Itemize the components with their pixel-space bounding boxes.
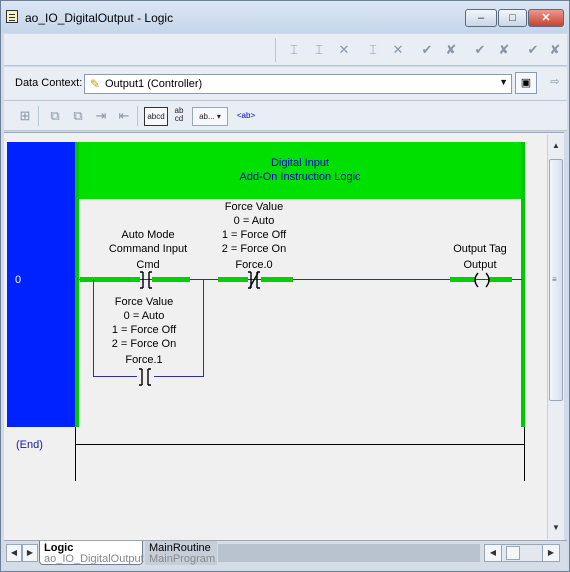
vertical-scrollbar[interactable]: ▲ ≡ ▼ — [547, 135, 564, 539]
minimize-button[interactable]: – — [465, 9, 497, 27]
instruction-toolbar: ⌶ ⌶ ✕ ⌶ ✕ ✔ ✘ ✔ ✘ ✔ ✘ — [4, 34, 567, 66]
xic-contact-force1[interactable] — [137, 368, 153, 386]
ladder-editor[interactable]: 0 Digital Input Add-On Instruction Logic… — [4, 132, 564, 540]
xic-desc-1: Auto Mode — [121, 229, 175, 241]
assemble-edits-icon[interactable]: ✔ — [469, 40, 491, 60]
ote-coil-output[interactable] — [471, 271, 493, 289]
paste-rung-icon[interactable]: ⧉ — [67, 106, 89, 126]
verify-routine-icon[interactable]: ⌶ — [308, 40, 330, 60]
app-icon — [6, 10, 18, 23]
go-to-tag-button[interactable]: ▣ — [515, 72, 537, 94]
tab-main-routine[interactable]: MainRoutine MainProgram — [145, 541, 217, 565]
test-edits-icon[interactable]: ✔ — [522, 40, 544, 60]
text-options-dropdown[interactable]: ab... ▾ — [192, 107, 228, 126]
horizontal-scrollbar[interactable] — [502, 544, 542, 562]
tab-strip-filler — [218, 544, 480, 562]
right-power-rail — [521, 142, 525, 427]
close-button[interactable]: ✕ — [528, 9, 564, 27]
end-rail-right — [524, 427, 525, 481]
tab-main-subtitle: MainProgram — [149, 553, 216, 565]
chevron-down-icon: ▾ — [216, 112, 221, 121]
horizontal-scrollbar-thumb[interactable] — [506, 546, 520, 560]
energized-segment — [218, 277, 248, 282]
branch-wire-right — [203, 279, 204, 377]
cancel-pending-icon[interactable]: ✕ — [387, 40, 409, 60]
xio-desc-3: 1 = Force Off — [221, 229, 287, 241]
xio-desc-2: 0 = Auto — [233, 215, 275, 227]
aoi-subtitle: Add-On Instruction Logic — [239, 171, 361, 183]
branch-desc-2: 0 = Auto — [123, 310, 165, 322]
verify-rung-icon[interactable]: ⌶ — [283, 40, 305, 60]
import-rung-icon[interactable]: ⇤ — [113, 106, 135, 126]
logic-window: ao_IO_DigitalOutput - Logic – □ ✕ ⌶ ⌶ ✕ … — [0, 0, 570, 572]
data-context-select[interactable]: ✎ Output1 (Controller) ▼ — [84, 74, 512, 94]
energized-segment — [80, 277, 140, 282]
aoi-banner: Digital Input Add-On Instruction Logic — [79, 142, 521, 199]
cancel-assemble-icon[interactable]: ✘ — [493, 40, 515, 60]
untest-edits-icon[interactable]: ✘ — [544, 40, 566, 60]
show-alias-button[interactable]: <ab> — [235, 107, 257, 126]
xio-desc-4: 2 = Force On — [221, 243, 287, 255]
cancel-edits-icon[interactable]: ✘ — [440, 40, 462, 60]
tab-logic[interactable]: Logic ao_IO_DigitalOutput — [39, 541, 144, 565]
data-context-value: Output1 (Controller) — [105, 78, 203, 90]
view-toolbar: ⊞ ⧉ ⧉ ⇥ ⇤ abcd ab cd ab... ▾ <ab> — [4, 101, 567, 131]
window-title: ao_IO_DigitalOutput - Logic — [25, 11, 174, 25]
scroll-up-icon[interactable]: ▲ — [552, 141, 560, 150]
branch-desc-3: 1 = Force Off — [111, 324, 177, 336]
scroll-right-icon[interactable]: ▶ — [542, 544, 560, 562]
accept-edits-icon[interactable]: ✔ — [416, 40, 438, 60]
wrap-text-button[interactable]: ab cd — [171, 107, 187, 126]
xic-desc-2: Command Input — [108, 243, 188, 255]
pencil-icon: ✎ — [90, 77, 101, 91]
scroll-left-icon[interactable]: ◀ — [484, 544, 502, 562]
energized-segment — [152, 277, 190, 282]
data-context-label: Data Context: — [15, 77, 83, 89]
xio-contact-force0[interactable] — [246, 271, 262, 289]
copy-rung-icon[interactable]: ⧉ — [44, 106, 66, 126]
branch-wire-bottom — [93, 376, 137, 377]
data-context-bar: Data Context: ✎ Output1 (Controller) ▼ ▣… — [4, 67, 567, 101]
branch-tag[interactable]: Force.1 — [98, 353, 190, 367]
rung-number-column[interactable]: 0 — [7, 142, 75, 427]
xio-tag[interactable]: Force.0 — [208, 258, 300, 272]
branch-desc-1: Force Value — [114, 296, 174, 308]
scroll-down-icon[interactable]: ▼ — [552, 523, 560, 532]
branch-desc-4: 2 = Force On — [111, 338, 177, 350]
branch-wire-bottom — [154, 376, 204, 377]
start-pending-icon[interactable]: ⌶ — [362, 40, 384, 60]
energized-segment — [261, 277, 293, 282]
maximize-button[interactable]: □ — [498, 9, 527, 27]
export-rung-icon[interactable]: ⇥ — [90, 106, 112, 126]
ote-tag[interactable]: Output — [440, 258, 520, 272]
end-rung-label: (End) — [16, 439, 43, 451]
end-rail-left — [75, 427, 76, 481]
chevron-down-icon[interactable]: ▼ — [499, 77, 508, 87]
ote-desc: Output Tag — [453, 243, 507, 255]
tab-scroll-left-icon[interactable]: ◀ — [6, 544, 22, 562]
tab-logic-subtitle: ao_IO_DigitalOutput — [44, 553, 144, 565]
title-bar[interactable]: ao_IO_DigitalOutput - Logic – □ ✕ — [1, 1, 569, 33]
text-options-label: ab... — [199, 112, 215, 121]
rung-number: 0 — [15, 274, 22, 286]
branch-wire-left — [93, 279, 94, 377]
rung-layout-icon[interactable]: ⊞ — [14, 106, 36, 126]
end-rung-wire — [75, 444, 525, 445]
aoi-title: Digital Input — [270, 157, 330, 169]
delete-rung-icon[interactable]: ✕ — [333, 40, 355, 60]
tab-scroll-right-icon[interactable]: ▶ — [22, 544, 38, 562]
xic-tag[interactable]: Cmd — [102, 258, 194, 272]
routine-tab-bar: ◀ ▶ Logic ao_IO_DigitalOutput MainRoutin… — [4, 540, 567, 569]
show-tag-description-button[interactable]: abcd — [144, 107, 168, 126]
xic-contact-cmd[interactable] — [138, 271, 154, 289]
navigate-icon[interactable]: ⇨ — [544, 72, 566, 94]
xio-desc-1: Force Value — [224, 201, 284, 213]
grip-icon: ≡ — [552, 275, 557, 284]
